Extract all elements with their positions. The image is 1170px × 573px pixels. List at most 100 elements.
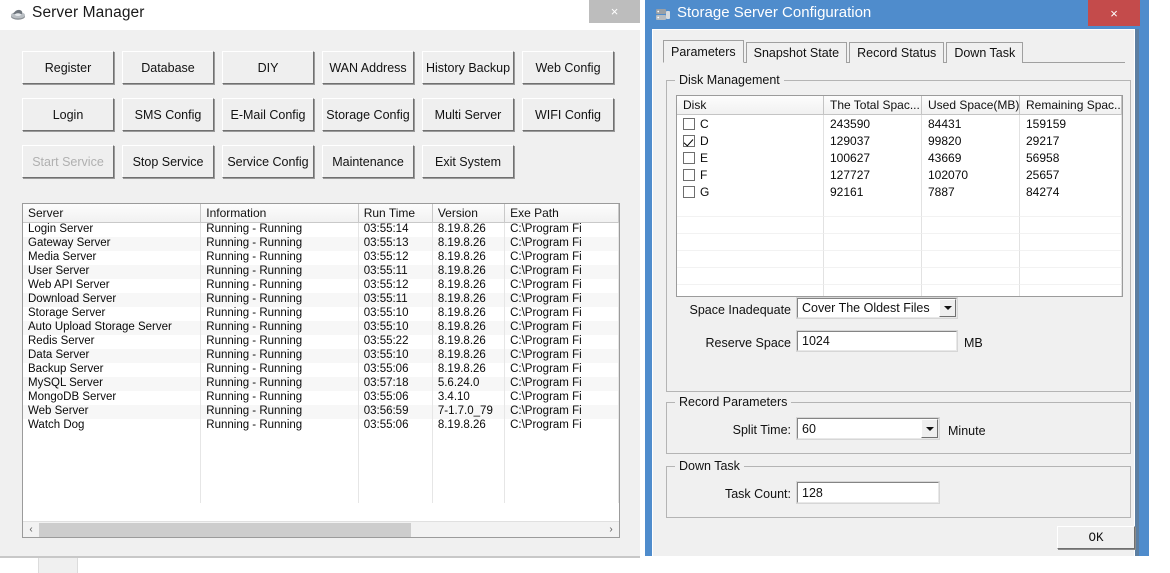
- button-exit-system[interactable]: Exit System: [422, 145, 514, 178]
- space-inadequate-select[interactable]: Cover The Oldest Files: [796, 297, 958, 319]
- cell-run-time: 03:55:10: [359, 321, 433, 335]
- cell-server: Media Server: [23, 251, 202, 265]
- table-row[interactable]: Web Server Running - Running 03:56:59 7-1.7…: [23, 405, 619, 419]
- table-row[interactable]: Media Server Running - Running 03:55:12 8.1…: [23, 251, 619, 265]
- chevron-down-icon[interactable]: [939, 299, 956, 317]
- button-multi-server[interactable]: Multi Server: [422, 98, 514, 131]
- disk-column-header-3[interactable]: Remaining Spac...: [1020, 96, 1122, 115]
- disk-column-header-1[interactable]: The Total Spac...: [824, 96, 922, 115]
- button-web-config[interactable]: Web Config: [522, 51, 614, 84]
- tab-record-status[interactable]: Record Status: [849, 42, 945, 63]
- scroll-right-arrow-icon[interactable]: ›: [603, 521, 619, 537]
- table-row[interactable]: User Server Running - Running 03:55:11 8.19…: [23, 265, 619, 279]
- disk-cell-empty: [1020, 251, 1122, 268]
- cell-run-time: 03:55:13: [359, 237, 433, 251]
- storage-config-titlebar: Storage Server Configuration ×: [645, 0, 1149, 29]
- scroll-left-arrow-icon[interactable]: ‹: [23, 521, 39, 537]
- disk-checkbox-checked[interactable]: [683, 134, 695, 147]
- table-row[interactable]: Watch Dog Running - Running 03:55:06 8.19.8…: [23, 419, 619, 433]
- column-header-run-time[interactable]: Run Time: [358, 204, 433, 223]
- cell-information: Running - Running: [201, 293, 359, 307]
- split-time-value[interactable]: 60: [796, 417, 940, 440]
- column-header-server[interactable]: Server: [23, 204, 202, 223]
- disk-name-cell[interactable]: C: [677, 115, 824, 132]
- table-row[interactable]: Redis Server Running - Running 03:55:22 8.1…: [23, 335, 619, 349]
- disk-total-cell: 127727: [824, 166, 922, 183]
- tab-parameters[interactable]: Parameters: [663, 40, 744, 63]
- cell-run-time: 03:55:11: [359, 293, 433, 307]
- table-row[interactable]: Auto Upload Storage Server Running - Runn…: [23, 321, 619, 335]
- table-row[interactable]: Login Server Running - Running 03:55:14 8.1…: [23, 223, 619, 237]
- button-wan-address[interactable]: WAN Address: [322, 51, 414, 84]
- storage-config-close-button[interactable]: ×: [1088, 0, 1140, 26]
- server-list[interactable]: Server Information Run Time Version Exe Path…: [22, 203, 620, 538]
- cell-run-time: 03:57:18: [359, 377, 433, 391]
- column-header-information[interactable]: Information: [201, 204, 359, 223]
- disk-row[interactable]: G 92161 7887 84274: [677, 183, 1122, 200]
- disk-cell-empty: [677, 251, 824, 268]
- ok-button[interactable]: OK: [1057, 526, 1135, 549]
- table-row[interactable]: MongoDB Server Running - Running 03:55:06 3…: [23, 391, 619, 405]
- disk-name-cell[interactable]: G: [677, 183, 824, 200]
- cell-information: Running - Running: [201, 279, 359, 293]
- disk-checkbox[interactable]: [683, 151, 695, 164]
- table-row[interactable]: Download Server Running - Running 03:55:11…: [23, 293, 619, 307]
- disk-column-header-0[interactable]: Disk: [677, 96, 824, 115]
- button-sms-config[interactable]: SMS Config: [122, 98, 214, 131]
- button-login[interactable]: Login: [22, 98, 114, 131]
- table-row[interactable]: Data Server Running - Running 03:55:10 8.19…: [23, 349, 619, 363]
- disk-name-cell[interactable]: F: [677, 166, 824, 183]
- disk-row[interactable]: C 243590 84431 159159: [677, 115, 1122, 132]
- disk-row[interactable]: E 100627 43669 56958: [677, 149, 1122, 166]
- server-manager-close-button[interactable]: ×: [589, 0, 640, 23]
- disk-checkbox[interactable]: [683, 185, 695, 198]
- button-database[interactable]: Database: [122, 51, 214, 84]
- table-row[interactable]: Backup Server Running - Running 03:55:06 8.…: [23, 363, 619, 377]
- reserve-space-input[interactable]: 1024: [796, 330, 958, 352]
- cell-exe-path: C:\Program Fi: [505, 335, 619, 349]
- button-service-config[interactable]: Service Config: [222, 145, 314, 178]
- disk-used-cell: 43669: [922, 149, 1020, 166]
- button-diy[interactable]: DIY: [222, 51, 314, 84]
- table-row[interactable]: MySQL Server Running - Running 03:57:18 5.6…: [23, 377, 619, 391]
- disk-row[interactable]: F 127727 102070 25657: [677, 166, 1122, 183]
- button-wifi-config[interactable]: WIFI Config: [522, 98, 614, 131]
- button-storage-config[interactable]: Storage Config: [322, 98, 414, 131]
- column-header-version[interactable]: Version: [432, 204, 506, 223]
- cell-server: Gateway Server: [23, 237, 202, 251]
- split-time-select[interactable]: 60: [796, 417, 940, 440]
- disk-name-cell[interactable]: E: [677, 149, 824, 166]
- tab-down-task[interactable]: Down Task: [946, 42, 1024, 63]
- scroll-thumb[interactable]: [39, 522, 412, 537]
- space-inadequate-value[interactable]: Cover The Oldest Files: [796, 297, 958, 319]
- table-row[interactable]: Web API Server Running - Running 03:55:12 8…: [23, 279, 619, 293]
- scroll-track[interactable]: [39, 521, 603, 537]
- disk-column-header-2[interactable]: Used Space(MB): [922, 96, 1020, 115]
- task-count-input[interactable]: 128: [796, 481, 940, 504]
- server-list-hscrollbar[interactable]: ‹ ›: [23, 521, 619, 537]
- tab-snapshot-state[interactable]: Snapshot State: [745, 42, 848, 63]
- table-row[interactable]: Storage Server Running - Running 03:55:10 8…: [23, 307, 619, 321]
- cell-server: User Server: [23, 265, 202, 279]
- chevron-down-icon[interactable]: [921, 419, 938, 438]
- column-header-exe-path[interactable]: Exe Path: [505, 204, 619, 223]
- button-register[interactable]: Register: [22, 51, 114, 84]
- button-e-mail-config[interactable]: E-Mail Config: [222, 98, 314, 131]
- table-row[interactable]: Gateway Server Running - Running 03:55:13 8…: [23, 237, 619, 251]
- disk-row[interactable]: D 129037 99820 29217: [677, 132, 1122, 149]
- button-stop-service[interactable]: Stop Service: [122, 145, 214, 178]
- disk-cell-empty: [677, 200, 824, 217]
- button-history-backup[interactable]: History Backup: [422, 51, 514, 84]
- taskbar-item[interactable]: [38, 558, 78, 573]
- cell-run-time: 03:55:11: [359, 265, 433, 279]
- disk-checkbox[interactable]: [683, 117, 695, 130]
- disk-table-header: Disk The Total Spac... Used Space(MB) Remai…: [677, 96, 1122, 115]
- cell-run-time: 03:55:10: [359, 307, 433, 321]
- disk-table[interactable]: Disk The Total Spac... Used Space(MB) Remai…: [676, 95, 1123, 297]
- cell-run-time: 03:55:12: [359, 251, 433, 265]
- disk-checkbox[interactable]: [683, 168, 695, 181]
- disk-name-cell[interactable]: D: [677, 132, 824, 149]
- cell-server: Web API Server: [23, 279, 202, 293]
- button-maintenance[interactable]: Maintenance: [322, 145, 414, 178]
- table-row-empty: [23, 489, 619, 503]
